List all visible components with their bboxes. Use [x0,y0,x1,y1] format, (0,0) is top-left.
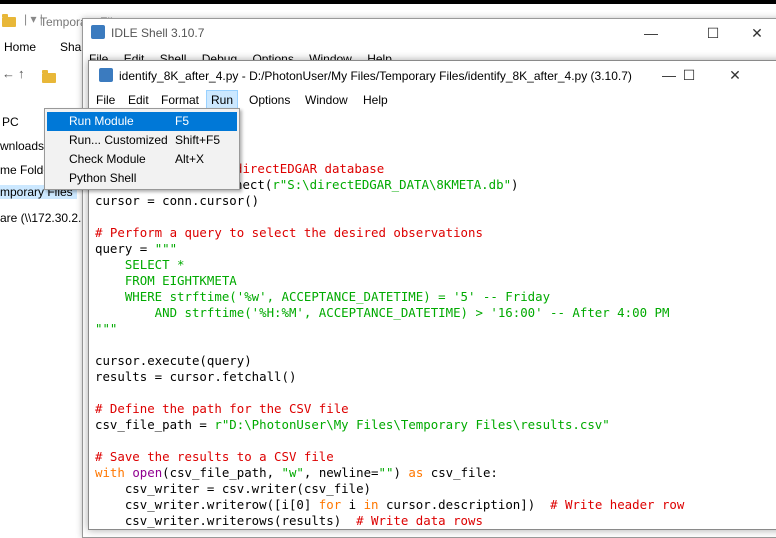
code-token: open [132,465,163,480]
menu-item-shortcut: F5 [175,114,190,128]
menu-item-label: Run... Customized [69,133,168,147]
nav-item-pc[interactable]: PC [2,115,19,129]
menu-item-label: Python Shell [69,171,137,185]
code-line: csv_writer = csv.writer(csv_file) [95,481,371,497]
code-token: csv_writer.writerows(results) [95,513,357,528]
code-token: i [341,497,364,512]
code-token: "" [378,465,394,480]
editor-title: identify_8K_after_4.py - D:/PhotonUser/M… [119,69,632,83]
code-line: cursor.execute(query) [95,353,252,369]
folder-icon [2,14,16,27]
menu-item-label: Run Module [69,114,134,128]
code-line: csv_writer.writerow([i[0] for i in curso… [95,497,685,513]
shell-title: IDLE Shell 3.10.7 [111,26,205,40]
code-line: AND strftime('%H:%M', ACCEPTANCE_DATETIM… [95,305,670,321]
menu-format[interactable]: Format [157,91,203,109]
code-token: SELECT * [95,257,185,272]
menu-item-label: Check Module [69,152,146,166]
code-token: directEDGAR database [235,161,385,176]
code-token: # Write data rows [356,513,483,528]
code-token: csv_file: [423,465,498,480]
code-token: r"S:\directEDGAR_DATA\8KMETA.db" [272,177,512,192]
menu-item-run-customized[interactable]: Run... Customized Shift+F5 [47,131,237,150]
code-line: SELECT * [95,257,185,273]
code-token: for [318,497,342,512]
code-token: csv_writer = csv.writer(csv_file) [95,481,372,496]
nav-item-downloads[interactable]: wnloads [0,139,44,153]
nav-item-share[interactable]: are (\\172.30.2.1 [0,211,88,225]
code-token: , newline= [303,465,379,480]
code-token: AND strftime('%H:%M', ACCEPTANCE_DATETIM… [95,305,670,320]
nav-item-home-folder[interactable]: me Folde [0,163,50,177]
code-line: WHERE strftime('%w', ACCEPTANCE_DATETIME… [95,289,550,305]
code-token: ) [393,465,409,480]
up-arrow-icon[interactable]: ↑ [18,66,25,81]
code-line: csv_file_path = r"D:\PhotonUser\My Files… [95,417,610,433]
menu-options[interactable]: Options [245,91,294,109]
code-token: ) [511,177,519,192]
code-line: nect(r"S:\directEDGAR_DATA\8KMETA.db") [235,177,519,193]
menu-help[interactable]: Help [359,91,392,109]
code-token: cursor = conn.cursor() [95,193,260,208]
code-line: FROM EIGHTKMETA [95,273,237,289]
minimize-icon[interactable]: — [631,22,671,44]
code-token: query = [95,241,155,256]
ribbon-tab-share[interactable]: Sha [60,40,81,54]
maximize-icon[interactable]: ☐ [693,22,733,44]
code-line: # Perform a query to select the desired … [95,225,483,241]
menu-item-python-shell[interactable]: Python Shell [47,169,237,188]
menu-window[interactable]: Window [301,91,352,109]
code-token: csv_writer.writerow([i[0] [95,497,319,512]
ribbon-tab-home[interactable]: Home [4,40,36,54]
menu-run[interactable]: Run [206,90,239,110]
code-token: "w" [281,465,304,480]
code-line: # Define the path for the CSV file [95,401,349,417]
code-line: """ [95,321,117,337]
menu-item-shortcut: Shift+F5 [175,133,221,147]
editor-titlebar: identify_8K_after_4.py - D:/PhotonUser/M… [89,61,776,89]
close-icon[interactable]: ✕ [737,22,776,44]
code-token: csv_file_path = [95,417,215,432]
code-token: with [95,465,125,480]
code-token: r"D:\PhotonUser\My Files\Temporary Files… [214,417,610,432]
code-line: # Save the results to a CSV file [95,449,334,465]
menu-item-run-module[interactable]: Run Module F5 [47,112,237,131]
code-line: query = """ [95,241,177,257]
back-arrow-icon[interactable]: ← [2,66,15,81]
code-token: # Save the results to a CSV file [95,449,334,464]
code-token: in [363,497,379,512]
explorer-navbar: ← ↑ [0,62,82,90]
code-token: nect( [235,177,273,192]
menu-edit[interactable]: Edit [124,91,153,109]
code-token: results = cursor.fetchall() [95,369,297,384]
menu-item-check-module[interactable]: Check Module Alt+X [47,150,237,169]
code-line: cursor = conn.cursor() [95,193,259,209]
editor-maximize-icon[interactable]: ☐ [669,64,709,86]
code-token: as [408,465,424,480]
python-file-icon [99,68,113,82]
code-line: directEDGAR database [235,161,384,177]
run-dropdown-menu: Run Module F5 Run... Customized Shift+F5… [44,108,240,190]
menu-file[interactable]: File [92,91,119,109]
code-token: FROM EIGHTKMETA [95,273,237,288]
python-logo-icon [91,25,105,39]
code-token: cursor.description]) [378,497,551,512]
menu-item-shortcut: Alt+X [175,152,205,166]
code-token: """ [154,241,178,256]
code-token: # Define the path for the CSV file [95,401,349,416]
code-token: (csv_file_path, [162,465,282,480]
code-line: results = cursor.fetchall() [95,369,296,385]
address-folder-icon [42,70,56,83]
editor-close-icon[interactable]: ✕ [715,64,755,86]
code-token: cursor.execute(query) [95,353,252,368]
code-line: csv_writer.writerows(results) # Write da… [95,513,483,529]
code-line: with open(csv_file_path, "w", newline=""… [95,465,498,481]
code-token: """ [95,321,118,336]
code-token: # Perform a query to select the desired … [95,225,483,240]
code-token: # Write header row [550,497,685,512]
code-token: WHERE strftime('%w', ACCEPTANCE_DATETIME… [95,289,551,304]
